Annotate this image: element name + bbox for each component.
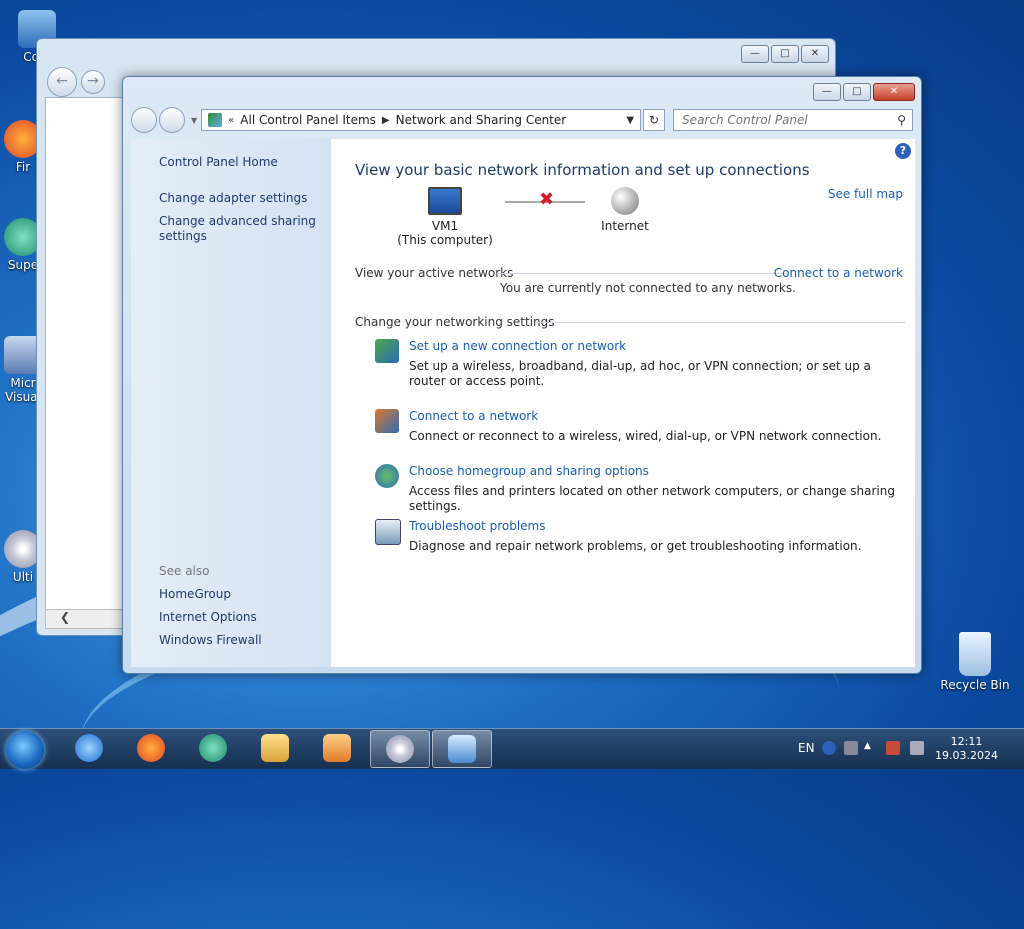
breadcrumb-separator-icon[interactable]: ▶ bbox=[382, 115, 390, 126]
breadcrumb-current[interactable]: Network and Sharing Center bbox=[396, 113, 621, 127]
active-networks-label: View your active networks bbox=[355, 266, 514, 280]
clock-time: 12:11 bbox=[950, 735, 983, 748]
start-button[interactable] bbox=[6, 731, 44, 769]
change-advanced-sharing-link[interactable]: Change advanced sharing bbox=[159, 214, 316, 228]
search-input[interactable] bbox=[680, 112, 898, 128]
globe-icon bbox=[611, 187, 639, 215]
computer-icon bbox=[428, 187, 462, 215]
navigation-bar: ▼ « All Control Panel Items ▶ Network an… bbox=[131, 107, 914, 133]
windows-firewall-link[interactable]: Windows Firewall bbox=[159, 633, 262, 647]
troubleshoot-icon bbox=[375, 519, 401, 545]
task-description: Connect or reconnect to a wireless, wire… bbox=[409, 429, 882, 443]
language-indicator[interactable]: EN bbox=[798, 741, 815, 755]
maximize-icon[interactable]: □ bbox=[843, 83, 871, 101]
control-panel-home-link[interactable]: Control Panel Home bbox=[159, 155, 278, 169]
disc-icon bbox=[386, 735, 414, 763]
forward-arrow-icon[interactable]: → bbox=[81, 70, 105, 94]
see-full-map-link[interactable]: See full map bbox=[828, 187, 903, 201]
this-computer-node[interactable]: VM1 (This computer) bbox=[395, 187, 495, 247]
breadcrumb-overflow-icon[interactable]: « bbox=[228, 115, 234, 126]
see-also-label: See also bbox=[159, 564, 210, 578]
maximize-icon[interactable]: □ bbox=[771, 45, 799, 63]
change-advanced-sharing-link-line2[interactable]: settings bbox=[159, 229, 207, 243]
taskbar-firefox[interactable] bbox=[122, 730, 180, 766]
control-panel-icon bbox=[208, 113, 223, 127]
homegroup-link[interactable]: HomeGroup bbox=[159, 587, 231, 601]
show-hidden-icons-icon[interactable]: ▲ bbox=[864, 741, 878, 755]
network-setup-icon bbox=[375, 339, 399, 363]
taskbar-app[interactable] bbox=[184, 730, 242, 766]
task-description: Access files and printers located on oth… bbox=[409, 484, 895, 513]
homegroup-sharing-link[interactable]: Choose homegroup and sharing options bbox=[409, 464, 649, 478]
computer-name: VM1 bbox=[431, 219, 459, 233]
refresh-icon: ↻ bbox=[649, 113, 660, 127]
internet-explorer-icon bbox=[75, 734, 103, 762]
scroll-left-icon[interactable]: ❮ bbox=[60, 610, 70, 624]
address-bar[interactable]: « All Control Panel Items ▶ Network and … bbox=[201, 109, 642, 131]
back-arrow-icon[interactable] bbox=[131, 107, 157, 133]
search-box[interactable]: ⚲ bbox=[673, 109, 914, 131]
media-player-icon bbox=[323, 734, 351, 762]
divider bbox=[535, 322, 905, 323]
content-area: Control Panel Home Change adapter settin… bbox=[131, 139, 915, 667]
firefox-icon bbox=[137, 734, 165, 762]
breadcrumb-root[interactable]: All Control Panel Items bbox=[240, 113, 376, 127]
clock-date: 19.03.2024 bbox=[935, 749, 998, 762]
computer-sub: (This computer) bbox=[397, 233, 493, 247]
homegroup-icon bbox=[375, 464, 399, 488]
window-controls: — □ ✕ bbox=[813, 83, 915, 101]
search-icon[interactable]: ⚲ bbox=[897, 113, 906, 127]
taskbar-disc-app[interactable] bbox=[370, 730, 430, 768]
recent-pages-dropdown-icon[interactable]: ▼ bbox=[191, 116, 197, 125]
address-dropdown-icon[interactable]: ▼ bbox=[626, 115, 634, 126]
divider bbox=[497, 273, 787, 274]
not-connected-message: You are currently not connected to any n… bbox=[500, 281, 796, 295]
refresh-button[interactable]: ↻ bbox=[643, 109, 666, 131]
minimize-icon[interactable]: — bbox=[741, 45, 769, 63]
network-status-icon[interactable] bbox=[886, 741, 900, 755]
disconnected-x-icon[interactable]: ✖ bbox=[539, 189, 554, 210]
taskbar-media-player[interactable] bbox=[308, 730, 366, 766]
help-tray-icon[interactable] bbox=[822, 741, 836, 755]
back-window-nav: ← → bbox=[47, 67, 105, 97]
left-task-pane: Control Panel Home Change adapter settin… bbox=[131, 139, 331, 667]
connect-network-link[interactable]: Connect to a network bbox=[409, 409, 538, 423]
connect-network-icon bbox=[375, 409, 399, 433]
taskbar: EN ▲ 12:11 19.03.2024 bbox=[0, 728, 1024, 769]
change-settings-label: Change your networking settings bbox=[355, 315, 555, 329]
back-arrow-icon[interactable]: ← bbox=[47, 67, 77, 97]
close-icon[interactable]: ✕ bbox=[801, 45, 829, 63]
setup-connection-link[interactable]: Set up a new connection or network bbox=[409, 339, 626, 353]
taskbar-explorer[interactable] bbox=[246, 730, 304, 766]
folder-icon bbox=[261, 734, 289, 762]
network-sharing-center-window[interactable]: — □ ✕ ▼ « All Control Panel Items ▶ Netw… bbox=[122, 76, 922, 674]
minimize-icon[interactable]: — bbox=[813, 83, 841, 101]
clock[interactable]: 12:11 19.03.2024 bbox=[935, 735, 998, 763]
network-map: VM1 (This computer) ✖ Internet bbox=[385, 187, 649, 257]
desktop-icon-recycle-bin[interactable]: Recycle Bin bbox=[940, 632, 1010, 692]
desktop-icon-label: Recycle Bin bbox=[940, 678, 1010, 692]
action-center-icon[interactable] bbox=[844, 741, 858, 755]
recycle-bin-icon bbox=[959, 632, 991, 676]
connect-to-network-link[interactable]: Connect to a network bbox=[774, 266, 903, 280]
internet-options-link[interactable]: Internet Options bbox=[159, 610, 257, 624]
close-icon[interactable]: ✕ bbox=[873, 83, 915, 101]
task-description: Set up a wireless, broadband, dial-up, a… bbox=[409, 359, 871, 388]
taskbar-internet-explorer[interactable] bbox=[60, 730, 118, 766]
app-icon bbox=[199, 734, 227, 762]
troubleshoot-link[interactable]: Troubleshoot problems bbox=[409, 519, 545, 533]
forward-arrow-icon[interactable] bbox=[159, 107, 185, 133]
task-description: Diagnose and repair network problems, or… bbox=[409, 539, 862, 553]
change-adapter-settings-link[interactable]: Change adapter settings bbox=[159, 191, 307, 205]
main-pane: View your basic network information and … bbox=[355, 139, 915, 667]
back-window-controls: — □ ✕ bbox=[741, 45, 829, 63]
taskbar-control-panel[interactable] bbox=[432, 730, 492, 768]
control-panel-icon bbox=[448, 735, 476, 763]
internet-label: Internet bbox=[601, 219, 649, 233]
internet-node[interactable]: Internet bbox=[575, 187, 675, 233]
page-title: View your basic network information and … bbox=[355, 161, 810, 179]
volume-muted-icon[interactable] bbox=[910, 741, 924, 755]
